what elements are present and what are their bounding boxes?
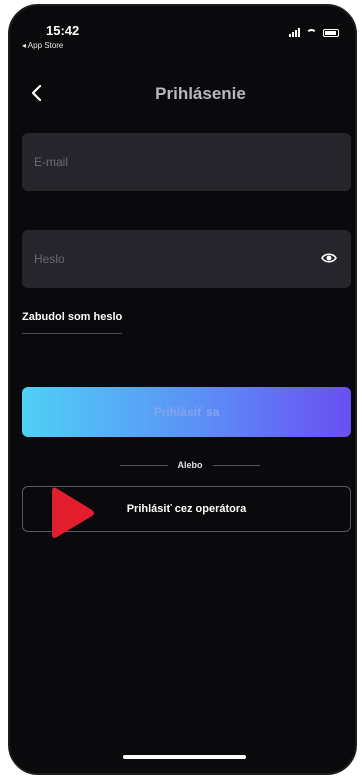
signal-icon bbox=[289, 28, 300, 37]
divider-label: Alebo bbox=[177, 460, 203, 470]
back-to-app-store-link[interactable]: ◂ App Store bbox=[22, 41, 63, 50]
status-icons bbox=[289, 28, 339, 37]
nav-bar: Prihlásenie bbox=[10, 76, 355, 112]
email-field-container bbox=[22, 133, 351, 191]
password-field[interactable] bbox=[22, 230, 351, 288]
forgot-password-link[interactable]: Zabudol som heslo bbox=[22, 311, 123, 334]
status-time: 15:42 bbox=[46, 23, 80, 38]
page-title: Prihlásenie bbox=[155, 84, 246, 103]
play-arrow-icon bbox=[52, 487, 94, 538]
email-field[interactable] bbox=[22, 133, 351, 191]
divider-line-left bbox=[120, 464, 168, 466]
or-divider: Alebo bbox=[120, 458, 261, 472]
status-bar: 15:42 ◂ App Store bbox=[10, 6, 355, 56]
wifi-icon bbox=[306, 28, 317, 37]
phone-screen: 15:42 ◂ App Store Prihlásenie Zabudol so… bbox=[8, 4, 357, 775]
login-button[interactable]: Prihlásiť sa bbox=[22, 387, 351, 437]
eye-icon[interactable] bbox=[321, 252, 337, 264]
battery-icon bbox=[323, 28, 339, 37]
divider-line-right bbox=[212, 464, 261, 466]
home-indicator[interactable] bbox=[123, 755, 246, 759]
password-field-container bbox=[22, 230, 351, 288]
